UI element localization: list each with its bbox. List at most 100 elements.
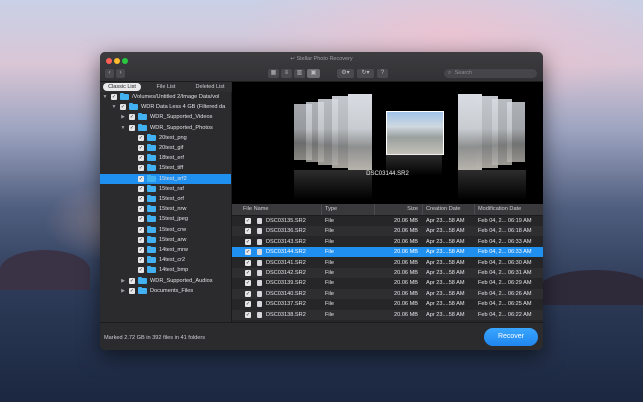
tree-item[interactable]: ✓ 15test_orf [100, 194, 231, 204]
table-row[interactable]: ✓ DSC03143.SR2 File 20.06 MB Apr 23....58 AM… [232, 237, 543, 247]
disclosure-expanded-icon[interactable]: ▼ [102, 92, 108, 102]
tab-classic-list[interactable]: Classic List [103, 83, 141, 91]
coverflow-view-button[interactable]: ▣ [307, 69, 320, 78]
column-view-button[interactable]: ▥ [294, 69, 305, 78]
tree-item[interactable]: ▶ ✓ WDR_Supported_Videos [100, 112, 231, 122]
folder-icon [147, 256, 156, 264]
settings-button[interactable]: ⚙▾ [337, 69, 354, 78]
tree-item-label: WDR_Supported_Audios [150, 277, 213, 284]
tree-item[interactable]: ✓ 18test_erf [100, 153, 231, 163]
tree-item[interactable]: ▶ ✓ Documents_Files [100, 286, 231, 296]
checkbox[interactable]: ✓ [138, 145, 144, 151]
table-row[interactable]: ✓ DSC03137.SR2 File 20.06 MB Apr 23....58 AM… [232, 299, 543, 309]
grid-view-button[interactable]: ▦ [268, 69, 279, 78]
status-text: Marked 2.72 GB in 392 files in 41 folder… [104, 335, 206, 341]
checkbox[interactable]: ✓ [111, 94, 117, 100]
checkbox[interactable]: ✓ [138, 257, 144, 264]
checkbox[interactable]: ✓ [138, 236, 144, 243]
checkbox[interactable]: ✓ [129, 277, 135, 284]
preview-thumbnail[interactable] [348, 94, 372, 170]
help-button[interactable]: ? [377, 69, 388, 78]
checkbox[interactable]: ✓ [138, 196, 144, 202]
tab-file-list[interactable]: File List [147, 83, 185, 91]
search-input[interactable]: ⌕ Search [444, 69, 537, 78]
tree-item[interactable]: ▶ ✓ WDR_Supported_Audios [100, 276, 231, 286]
cell-modification-date: Feb 04, 2... 06:33 AM [478, 238, 532, 245]
tree-item[interactable]: ▼ ✓ WDR_Supported_Photos [100, 123, 231, 133]
row-checkbox[interactable]: ✓ [245, 280, 251, 287]
column-header-file-name[interactable]: File Name [232, 204, 321, 215]
checkbox[interactable]: ✓ [129, 114, 135, 121]
cell-modification-date: Feb 04, 2... 06:33 AM [478, 249, 532, 256]
cell-modification-date: Feb 04, 2... 06:19 AM [478, 218, 532, 224]
row-checkbox[interactable]: ✓ [245, 259, 251, 266]
back-button[interactable]: ‹ [105, 69, 114, 78]
history-button[interactable]: ↻▾ [357, 69, 374, 78]
row-checkbox[interactable]: ✓ [245, 249, 251, 256]
tree-item[interactable]: ✓ 14test_bmp [100, 265, 231, 275]
tree-item[interactable]: ✓ 14test_cr2 [100, 255, 231, 265]
preview-thumbnail[interactable] [507, 102, 525, 162]
cell-type: File [325, 280, 335, 287]
tree-item-label: 15test_orf [159, 196, 184, 202]
tree-item[interactable]: ▼ ✓ /Volumes/Untitled 2/Image Data/vol [100, 92, 231, 102]
table-row[interactable]: ✓ DSC03144.SR2 File 20.06 MB Apr 23....58 AM… [232, 247, 543, 258]
tab-deleted-list[interactable]: Deleted List [190, 83, 230, 91]
forward-button[interactable]: › [116, 69, 125, 78]
column-header-creation-date[interactable]: Creation Date [422, 204, 474, 215]
checkbox[interactable]: ✓ [138, 267, 144, 274]
row-checkbox[interactable]: ✓ [245, 290, 251, 297]
row-checkbox[interactable]: ✓ [245, 270, 251, 276]
disclosure-collapsed-icon[interactable]: ▶ [120, 286, 126, 296]
table-row[interactable]: ✓ DSC03136.SR2 File 20.06 MB Apr 23....58 AM… [232, 226, 543, 237]
tree-item[interactable]: ✓ 15test_arw [100, 235, 231, 245]
table-row[interactable]: ✓ DSC03142.SR2 File 20.06 MB Apr 23....58 AM… [232, 268, 543, 278]
disclosure-collapsed-icon[interactable]: ▶ [120, 112, 126, 122]
checkbox[interactable]: ✓ [138, 226, 144, 233]
tree-item[interactable]: ▼ ✓ WDR Data Less 4 GB (Filtered da [100, 102, 231, 112]
checkbox[interactable]: ✓ [138, 185, 144, 192]
table-row[interactable]: ✓ DSC03139.SR2 File 20.06 MB Apr 23....58 AM… [232, 278, 543, 288]
tree-item[interactable]: ✓ 15test_nrw [100, 204, 231, 214]
disclosure-collapsed-icon[interactable]: ▶ [120, 276, 126, 286]
table-row[interactable]: ✓ DSC03141.SR2 File 20.06 MB Apr 23....58 AM… [232, 258, 543, 268]
tree-item[interactable]: ✓ 14test_mrw [100, 245, 231, 255]
recover-button[interactable]: Recover [484, 328, 538, 346]
checkbox[interactable]: ✓ [138, 165, 144, 172]
row-checkbox[interactable]: ✓ [245, 218, 251, 224]
row-checkbox[interactable]: ✓ [245, 301, 251, 308]
checkbox[interactable]: ✓ [129, 287, 135, 294]
row-checkbox[interactable]: ✓ [245, 228, 251, 235]
selected-preview-image[interactable] [386, 111, 444, 155]
folder-icon [147, 195, 156, 202]
column-header-modification-date[interactable]: Modification Date [474, 204, 543, 215]
checkbox[interactable]: ✓ [138, 206, 144, 213]
table-row[interactable]: ✓ DSC03138.SR2 File 20.06 MB Apr 23....58 AM… [232, 309, 543, 320]
checkbox[interactable]: ✓ [138, 175, 144, 182]
tree-item[interactable]: ✓ 20test_gif [100, 143, 231, 153]
list-view-button[interactable]: ≡ [281, 69, 292, 78]
tree-item[interactable]: ✓ 20test_png [100, 133, 231, 143]
tree-item[interactable]: ✓ 15test_jpeg [100, 214, 231, 224]
checkbox[interactable]: ✓ [138, 216, 144, 223]
chevron-right-icon: › [119, 70, 122, 76]
table-row[interactable]: ✓ DSC03140.SR2 File 20.06 MB Apr 23....58 AM… [232, 288, 543, 299]
tree-item[interactable]: ✓ 15test_tiff [100, 163, 231, 173]
table-row[interactable]: ✓ DSC03135.SR2 File 20.06 MB Apr 23....58 AM… [232, 216, 543, 226]
row-checkbox[interactable]: ✓ [245, 238, 251, 245]
tree-item[interactable]: ✓ 15test_raf [100, 184, 231, 194]
disclosure-expanded-icon[interactable]: ▼ [111, 102, 117, 112]
checkbox[interactable]: ✓ [138, 134, 144, 141]
column-header-type[interactable]: Type [321, 204, 374, 215]
tree-item[interactable]: ✓ 15test_crw [100, 225, 231, 235]
tree-item-label: 20test_png [159, 134, 187, 141]
disclosure-expanded-icon[interactable]: ▼ [120, 123, 126, 133]
checkbox[interactable]: ✓ [138, 155, 144, 162]
column-header-size[interactable]: Size [374, 204, 422, 215]
checkbox[interactable]: ✓ [120, 104, 126, 111]
tree-item[interactable]: ✓ 15test_srf2 [100, 173, 231, 184]
checkbox[interactable]: ✓ [129, 124, 135, 131]
checkbox[interactable]: ✓ [138, 247, 144, 253]
row-checkbox[interactable]: ✓ [245, 311, 251, 318]
file-icon [257, 270, 262, 276]
